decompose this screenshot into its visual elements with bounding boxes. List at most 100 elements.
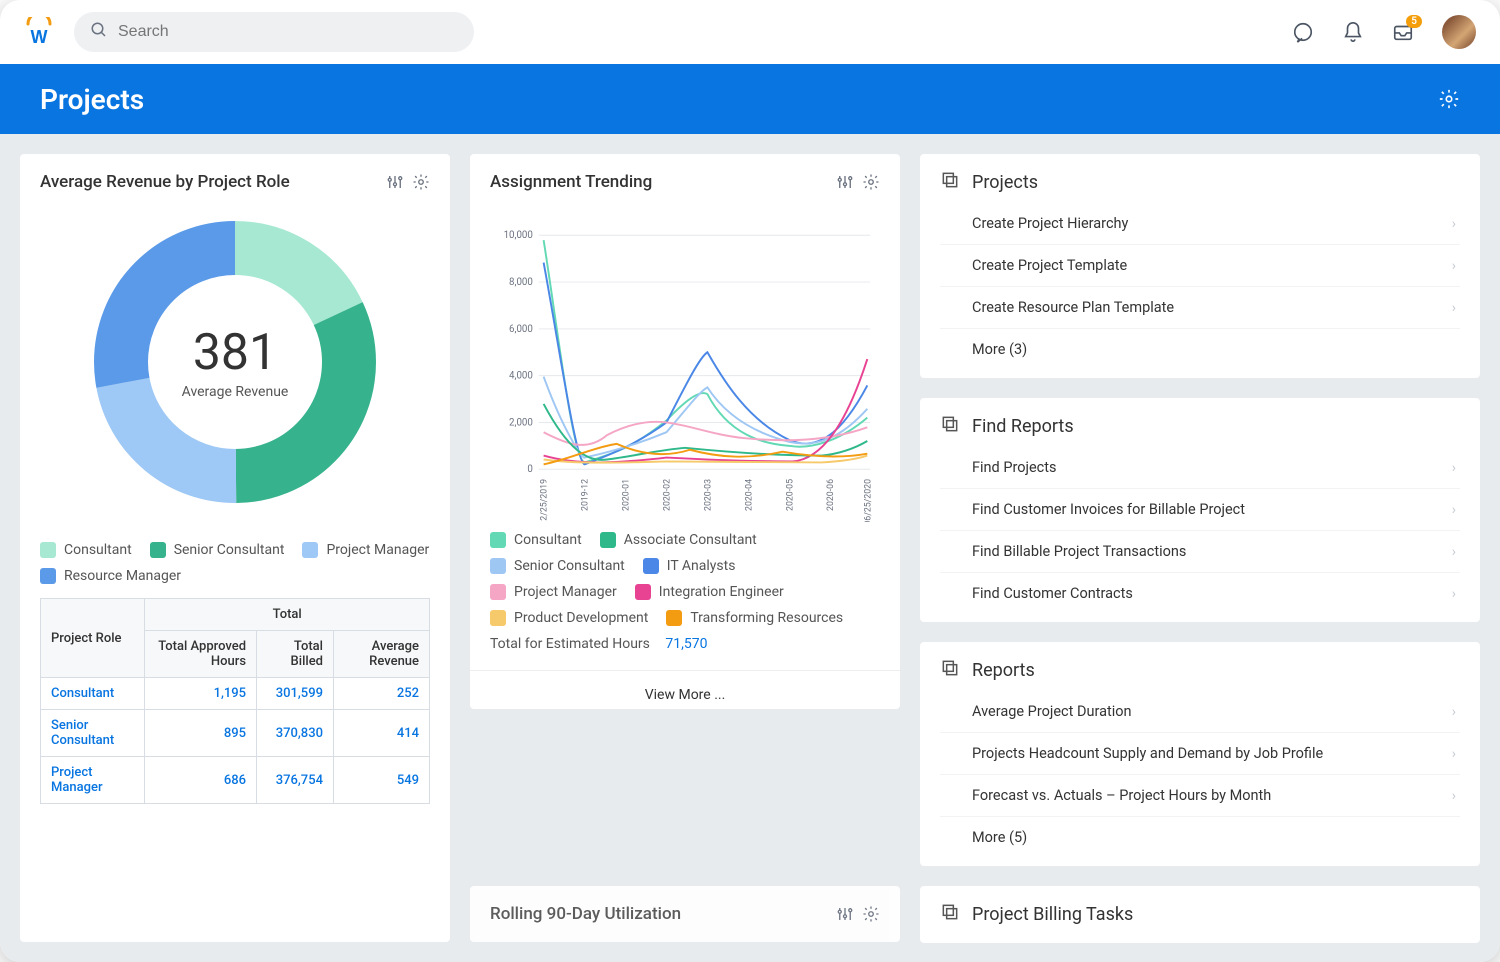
total-hours-value[interactable]: 71,570 bbox=[665, 636, 707, 652]
search-icon bbox=[90, 21, 108, 43]
link-headcount-supply-demand[interactable]: Projects Headcount Supply and Demand by … bbox=[940, 733, 1460, 775]
chevron-right-icon: › bbox=[1452, 300, 1456, 316]
page-title: Projects bbox=[40, 83, 144, 116]
legend-item[interactable]: Project Manager bbox=[302, 542, 429, 558]
svg-text:2019-12: 2019-12 bbox=[581, 479, 591, 511]
svg-text:0: 0 bbox=[527, 464, 532, 475]
card-average-revenue: Average Revenue by Project Role bbox=[20, 154, 450, 942]
cell-link[interactable]: 301,599 bbox=[276, 686, 323, 701]
section-head: Reports bbox=[940, 658, 1460, 683]
th-billed: Total Billed bbox=[257, 631, 334, 678]
svg-text:6,000: 6,000 bbox=[509, 324, 533, 335]
cell-link[interactable]: 549 bbox=[397, 773, 419, 788]
table-row: Project Manager 686 376,754 549 bbox=[41, 757, 430, 804]
th-hours: Total Approved Hours bbox=[145, 631, 257, 678]
link-avg-project-duration[interactable]: Average Project Duration› bbox=[940, 691, 1460, 733]
section-head: Projects bbox=[940, 170, 1460, 195]
link-find-projects[interactable]: Find Projects› bbox=[940, 447, 1460, 489]
section-billing-tasks: Project Billing Tasks bbox=[920, 886, 1480, 943]
svg-text:W: W bbox=[31, 27, 48, 47]
gear-icon[interactable] bbox=[412, 173, 430, 191]
section-head: Project Billing Tasks bbox=[940, 902, 1460, 927]
link-create-project-hierarchy[interactable]: Create Project Hierarchy› bbox=[940, 203, 1460, 245]
legend-item[interactable]: Associate Consultant bbox=[600, 532, 757, 548]
search-box[interactable] bbox=[74, 12, 474, 52]
th-role: Project Role bbox=[41, 599, 145, 678]
donut-value: 381 bbox=[182, 324, 289, 382]
card-rolling-utilization: Rolling 90-Day Utilization bbox=[470, 886, 900, 942]
cell-link[interactable]: 252 bbox=[397, 686, 419, 701]
th-group-total: Total bbox=[145, 599, 430, 631]
avatar[interactable] bbox=[1442, 15, 1476, 49]
card-title: Rolling 90-Day Utilization bbox=[490, 904, 681, 924]
legend-item[interactable]: IT Analysts bbox=[643, 558, 736, 574]
gear-icon[interactable] bbox=[862, 173, 880, 191]
chevron-right-icon: › bbox=[1452, 460, 1456, 476]
cell-link[interactable]: 686 bbox=[224, 773, 246, 788]
topbar-icons: 5 bbox=[1292, 15, 1476, 49]
donut-label: Average Revenue bbox=[182, 384, 289, 400]
link-find-customer-contracts[interactable]: Find Customer Contracts› bbox=[940, 573, 1460, 614]
link-find-customer-invoices[interactable]: Find Customer Invoices for Billable Proj… bbox=[940, 489, 1460, 531]
svg-text:2020-01: 2020-01 bbox=[621, 479, 631, 511]
chevron-right-icon: › bbox=[1452, 216, 1456, 232]
section-head: Find Reports bbox=[940, 414, 1460, 439]
chevron-right-icon: › bbox=[1452, 704, 1456, 720]
legend-item[interactable]: Transforming Resources bbox=[666, 610, 843, 626]
svg-text:2020-04: 2020-04 bbox=[744, 479, 754, 511]
legend-item[interactable]: Consultant bbox=[490, 532, 582, 548]
cell-link[interactable]: 414 bbox=[397, 726, 419, 741]
chat-icon[interactable] bbox=[1292, 21, 1314, 43]
search-input[interactable] bbox=[118, 23, 458, 41]
link-more-reports[interactable]: More (5) bbox=[940, 817, 1460, 858]
dashboard-content: Average Revenue by Project Role bbox=[0, 134, 1500, 962]
legend-item[interactable]: Integration Engineer bbox=[635, 584, 784, 600]
link-create-project-template[interactable]: Create Project Template› bbox=[940, 245, 1460, 287]
gear-icon[interactable] bbox=[862, 905, 880, 923]
table-row: Consultant 1,195 301,599 252 bbox=[41, 678, 430, 710]
svg-text:10,000: 10,000 bbox=[504, 230, 533, 241]
tray-badge: 5 bbox=[1406, 15, 1422, 28]
sliders-icon[interactable] bbox=[836, 905, 854, 923]
revenue-table: Project Role Total Total Approved Hours … bbox=[40, 598, 430, 804]
svg-text:8,000: 8,000 bbox=[509, 277, 533, 288]
legend-item[interactable]: Product Development bbox=[490, 610, 648, 626]
bell-icon[interactable] bbox=[1342, 21, 1364, 43]
cell-link[interactable]: 376,754 bbox=[276, 773, 323, 788]
link-more-projects[interactable]: More (3) bbox=[940, 329, 1460, 370]
cell-link[interactable]: 895 bbox=[224, 726, 246, 741]
role-link[interactable]: Senior Consultant bbox=[51, 718, 114, 748]
chevron-right-icon: › bbox=[1452, 586, 1456, 602]
tray-icon[interactable]: 5 bbox=[1392, 21, 1414, 43]
legend-item[interactable]: Senior Consultant bbox=[490, 558, 625, 574]
section-reports: Reports Average Project Duration› Projec… bbox=[920, 642, 1480, 866]
sliders-icon[interactable] bbox=[836, 173, 854, 191]
sliders-icon[interactable] bbox=[386, 173, 404, 191]
legend-item[interactable]: Project Manager bbox=[490, 584, 617, 600]
link-find-billable-transactions[interactable]: Find Billable Project Transactions› bbox=[940, 531, 1460, 573]
legend-item[interactable]: Consultant bbox=[40, 542, 132, 558]
col-right: Projects Create Project Hierarchy› Creat… bbox=[920, 154, 1480, 942]
view-more-link[interactable]: View More ... bbox=[470, 670, 900, 705]
svg-text:> 06/25/2020: > 06/25/2020 bbox=[863, 479, 873, 522]
link-forecast-vs-actuals[interactable]: Forecast vs. Actuals – Project Hours by … bbox=[940, 775, 1460, 817]
role-link[interactable]: Consultant bbox=[51, 686, 114, 701]
link-create-resource-plan[interactable]: Create Resource Plan Template› bbox=[940, 287, 1460, 329]
svg-text:2020-02: 2020-02 bbox=[662, 479, 672, 511]
workday-logo[interactable]: W bbox=[24, 17, 54, 47]
card-title: Assignment Trending bbox=[490, 172, 652, 192]
page-header: Projects bbox=[0, 64, 1500, 134]
page-settings-icon[interactable] bbox=[1438, 88, 1460, 110]
line-chart[interactable]: 0 2,000 4,000 6,000 8,000 10,000 < 12/25… bbox=[490, 202, 880, 522]
chevron-right-icon: › bbox=[1452, 746, 1456, 762]
role-link[interactable]: Project Manager bbox=[51, 765, 103, 795]
donut-chart[interactable]: 381 Average Revenue bbox=[40, 202, 430, 522]
line-legend: Consultant Associate Consultant Senior C… bbox=[490, 532, 880, 626]
cell-link[interactable]: 1,195 bbox=[214, 686, 246, 701]
legend-item[interactable]: Resource Manager bbox=[40, 568, 181, 584]
stack-icon bbox=[940, 658, 960, 683]
stack-icon bbox=[940, 170, 960, 195]
legend-item[interactable]: Senior Consultant bbox=[150, 542, 285, 558]
col-left: Average Revenue by Project Role bbox=[20, 154, 450, 942]
cell-link[interactable]: 370,830 bbox=[276, 726, 323, 741]
